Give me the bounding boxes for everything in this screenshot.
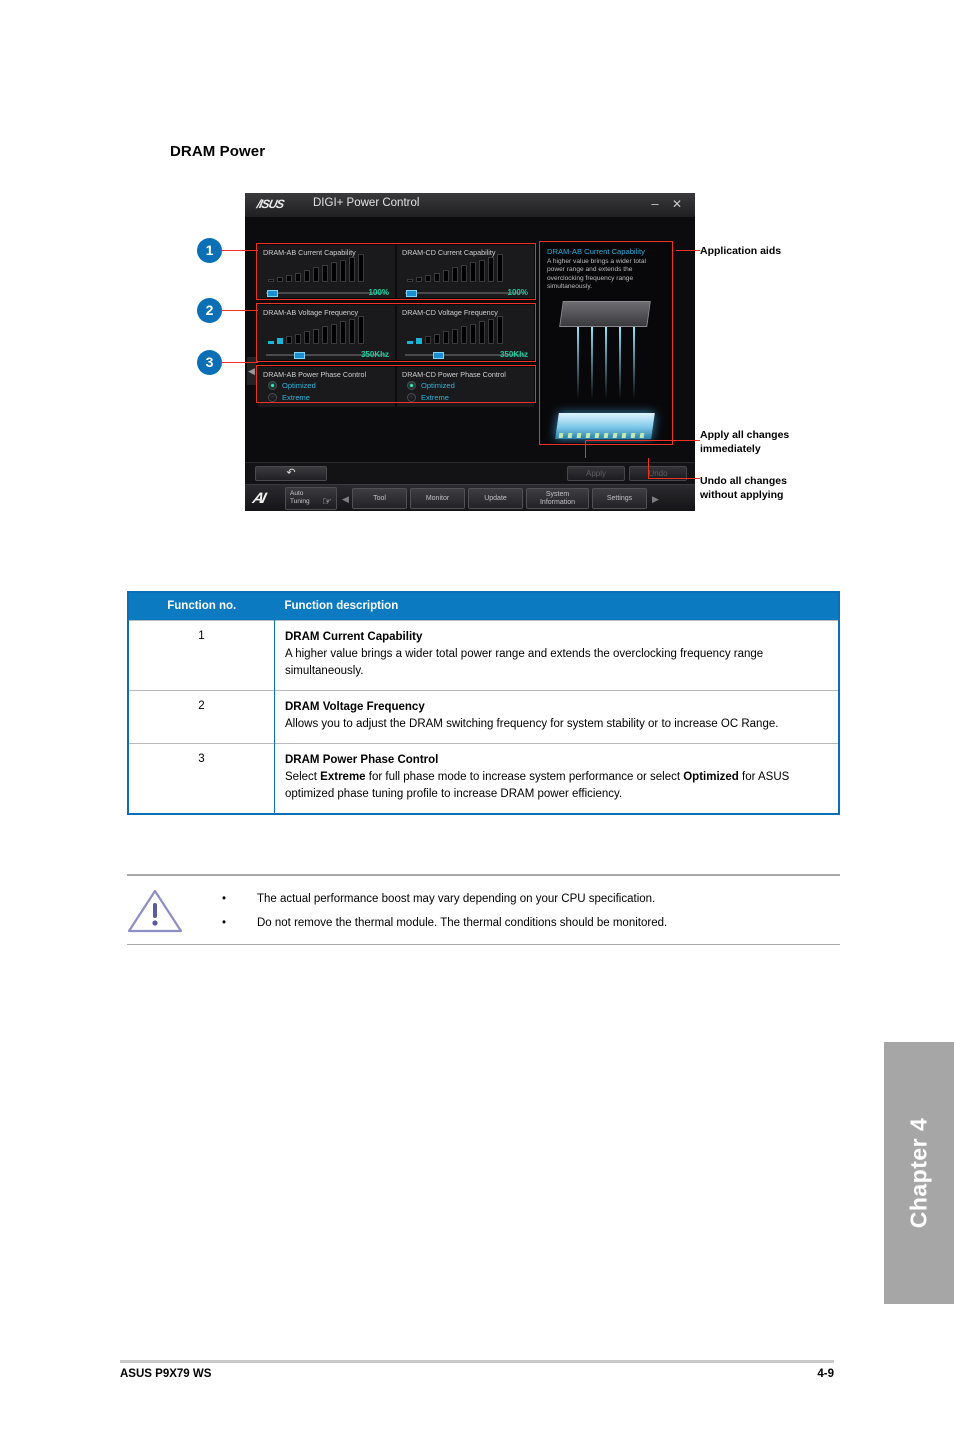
col-header-function-no: Function no. xyxy=(128,592,275,621)
cell-function-description: DRAM Current Capability A higher value b… xyxy=(274,620,839,691)
callout-box-3 xyxy=(256,365,536,403)
nav-tab-update[interactable]: Update xyxy=(468,488,523,509)
cell-function-description: DRAM Power Phase Control Select Extreme … xyxy=(274,743,839,814)
nav-tab-monitor[interactable]: Monitor xyxy=(410,488,465,509)
nav-next-icon[interactable]: ▶ xyxy=(652,494,659,505)
callout-box-aids xyxy=(539,241,673,445)
apply-button[interactable]: Apply xyxy=(567,466,625,481)
note-list: • The actual performance boost may vary … xyxy=(222,887,822,935)
chapter-tab-label: Chapter 4 xyxy=(905,1117,932,1229)
function-desc: A higher value brings a wider total powe… xyxy=(285,648,764,677)
nav-tab-system-information[interactable]: System Information xyxy=(526,488,589,509)
digi-power-control-window: /ISUS DIGI+ Power Control – ✕ ◀ DRAM-AB … xyxy=(245,193,695,511)
footer-rule xyxy=(120,1360,834,1363)
function-desc: Allows you to adjust the DRAM switching … xyxy=(285,718,779,730)
cell-function-no: 2 xyxy=(128,690,275,744)
page-title: DRAM Power xyxy=(170,143,266,160)
nav-prev-icon[interactable]: ◀ xyxy=(342,494,349,505)
table-row: 1 DRAM Current Capability A higher value… xyxy=(128,620,839,691)
note-item: • Do not remove the thermal module. The … xyxy=(222,911,822,935)
callout-box-2 xyxy=(256,303,536,362)
callout-1: 1 xyxy=(197,238,222,263)
window-body: ◀ DRAM-AB Current Capability 100% DRAM-C… xyxy=(245,217,695,462)
note-text: The actual performance boost may vary de… xyxy=(257,892,656,905)
cursor-pointer-icon: ☞ xyxy=(322,496,332,508)
cell-function-no: 3 xyxy=(128,743,275,814)
undo-leader-v xyxy=(648,458,650,478)
aids-leader xyxy=(676,250,700,252)
callout-1-leader xyxy=(222,250,258,252)
minimize-icon[interactable]: – xyxy=(647,196,663,212)
window-title: DIGI+ Power Control xyxy=(313,197,420,209)
close-icon[interactable]: ✕ xyxy=(669,196,685,212)
undo-leader-h xyxy=(648,478,700,480)
note-block: • The actual performance boost may vary … xyxy=(127,874,840,945)
cell-function-no: 1 xyxy=(128,620,275,691)
function-title: DRAM Current Capability xyxy=(285,631,423,643)
function-desc-pre: Select xyxy=(285,771,321,783)
warning-icon xyxy=(127,889,183,932)
function-desc-mid: for full phase mode to increase system p… xyxy=(365,771,684,783)
callout-3: 3 xyxy=(197,350,222,375)
note-item: • The actual performance boost may vary … xyxy=(222,887,822,911)
function-title: DRAM Voltage Frequency xyxy=(285,701,425,713)
apply-leader-v xyxy=(585,440,587,458)
table-header-row: Function no. Function description xyxy=(128,592,839,621)
callout-3-leader xyxy=(222,362,258,364)
cell-function-description: DRAM Voltage Frequency Allows you to adj… xyxy=(274,690,839,744)
asus-logo-icon: /ISUS xyxy=(255,197,285,211)
bullet-icon: • xyxy=(222,916,227,929)
bullet-icon: • xyxy=(222,892,227,905)
annotation-application-aids: Application aids xyxy=(700,245,782,257)
action-bar: ↶ Apply Undo xyxy=(245,462,695,485)
ai-suite-logo-icon: AI xyxy=(250,490,267,507)
nav-tab-settings[interactable]: Settings xyxy=(592,488,647,509)
apply-leader-h xyxy=(585,440,700,442)
window-titlebar: /ISUS DIGI+ Power Control – ✕ xyxy=(245,193,695,218)
col-header-function-description: Function description xyxy=(274,592,839,621)
nav-auto-tuning-label: Auto Tuning xyxy=(290,490,310,505)
callout-2-leader xyxy=(222,310,258,312)
footer-page-number: 4-9 xyxy=(817,1368,834,1380)
nav-auto-tuning-button[interactable]: Auto Tuning ☞ xyxy=(285,487,337,510)
nav-bar: AI Auto Tuning ☞ ◀ Tool Monitor Update S… xyxy=(245,484,695,511)
footer-product-name: ASUS P9X79 WS xyxy=(120,1368,212,1380)
table-row: 2 DRAM Voltage Frequency Allows you to a… xyxy=(128,690,839,744)
nav-tab-tool[interactable]: Tool xyxy=(352,488,407,509)
table-row: 3 DRAM Power Phase Control Select Extrem… xyxy=(128,743,839,814)
function-table: Function no. Function description 1 DRAM… xyxy=(127,591,840,815)
annotation-apply: Apply all changes immediately xyxy=(700,429,790,455)
function-title: DRAM Power Phase Control xyxy=(285,754,439,766)
annotation-undo: Undo all changes without applying xyxy=(700,475,787,501)
callout-box-1 xyxy=(256,243,536,300)
function-desc-bold-extreme: Extreme xyxy=(320,771,366,783)
note-text: Do not remove the thermal module. The th… xyxy=(257,916,668,929)
back-button[interactable]: ↶ xyxy=(255,466,327,481)
callout-2: 2 xyxy=(197,298,222,323)
chapter-tab: Chapter 4 xyxy=(884,1042,954,1304)
note-bottom-rule xyxy=(127,943,840,945)
function-desc-bold-optimized: Optimized xyxy=(683,771,739,783)
